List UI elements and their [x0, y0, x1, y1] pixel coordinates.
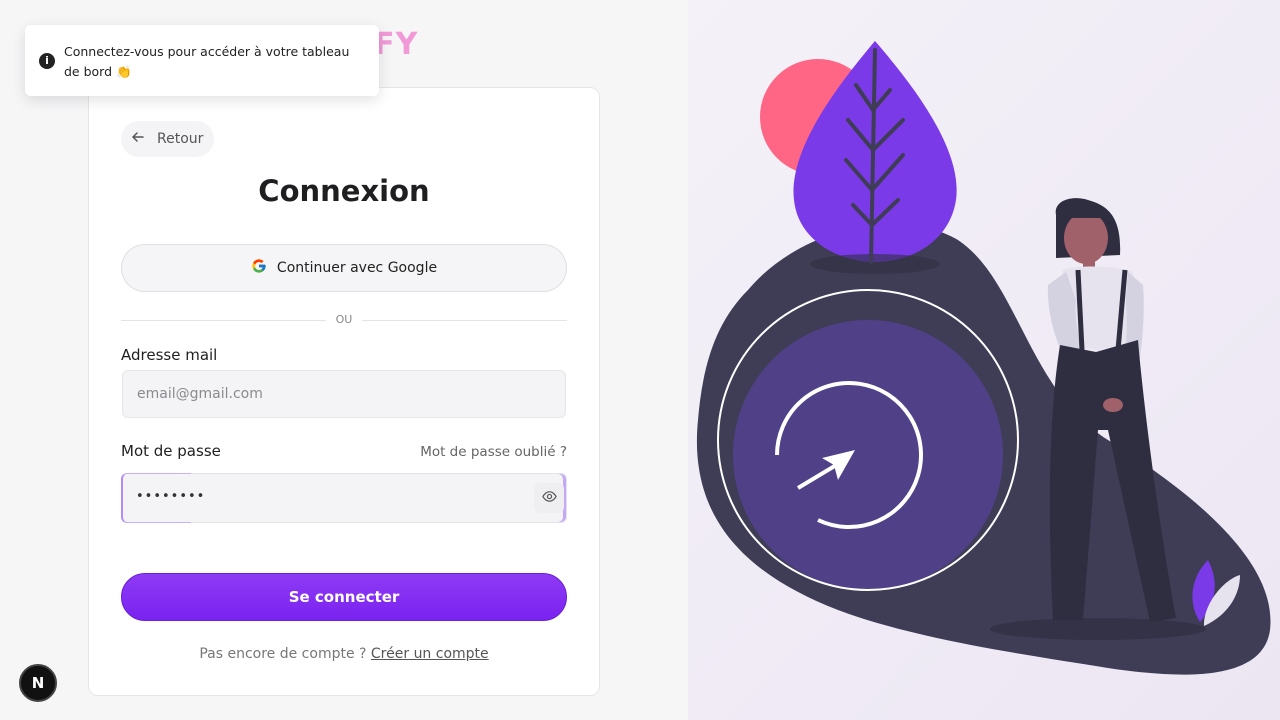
login-illustration: [696, 41, 1271, 675]
password-field[interactable]: ••••••••: [121, 473, 567, 523]
illustration-panel: [688, 0, 1280, 720]
info-icon: i: [39, 53, 55, 69]
email-label: Adresse mail: [121, 346, 218, 364]
login-card: Retour Connexion Continuer avec Google O…: [88, 87, 600, 696]
google-signin-button[interactable]: Continuer avec Google: [121, 244, 567, 292]
toast-message: Connectez-vous pour accéder à votre tabl…: [64, 44, 350, 79]
back-button[interactable]: Retour: [121, 121, 215, 157]
eye-icon: [541, 489, 557, 508]
arrow-left-icon: [131, 130, 145, 148]
show-password-button[interactable]: [534, 483, 564, 513]
google-button-label: Continuer avec Google: [276, 260, 438, 276]
password-label: Mot de passe: [121, 442, 221, 460]
signup-prompt-text: Pas encore de compte ?: [199, 646, 367, 662]
back-label: Retour: [157, 131, 204, 147]
or-divider: OU: [121, 312, 567, 328]
signup-prompt: Pas encore de compte ? Créer un compte: [89, 646, 599, 662]
info-toast: i Connectez-vous pour accéder à votre ta…: [25, 25, 379, 96]
login-panel: IFY Retour Connexion Continuer avec Goog…: [0, 0, 688, 720]
dev-tools-badge[interactable]: N: [19, 664, 57, 702]
page-title: Connexion: [258, 174, 430, 208]
email-field[interactable]: [122, 370, 566, 418]
google-icon: [251, 258, 267, 278]
create-account-link[interactable]: Créer un compte: [371, 646, 489, 662]
forgot-password-link[interactable]: Mot de passe oublié ?: [420, 444, 567, 460]
password-value: ••••••••: [136, 489, 206, 504]
login-submit-button[interactable]: Se connecter: [121, 573, 567, 621]
